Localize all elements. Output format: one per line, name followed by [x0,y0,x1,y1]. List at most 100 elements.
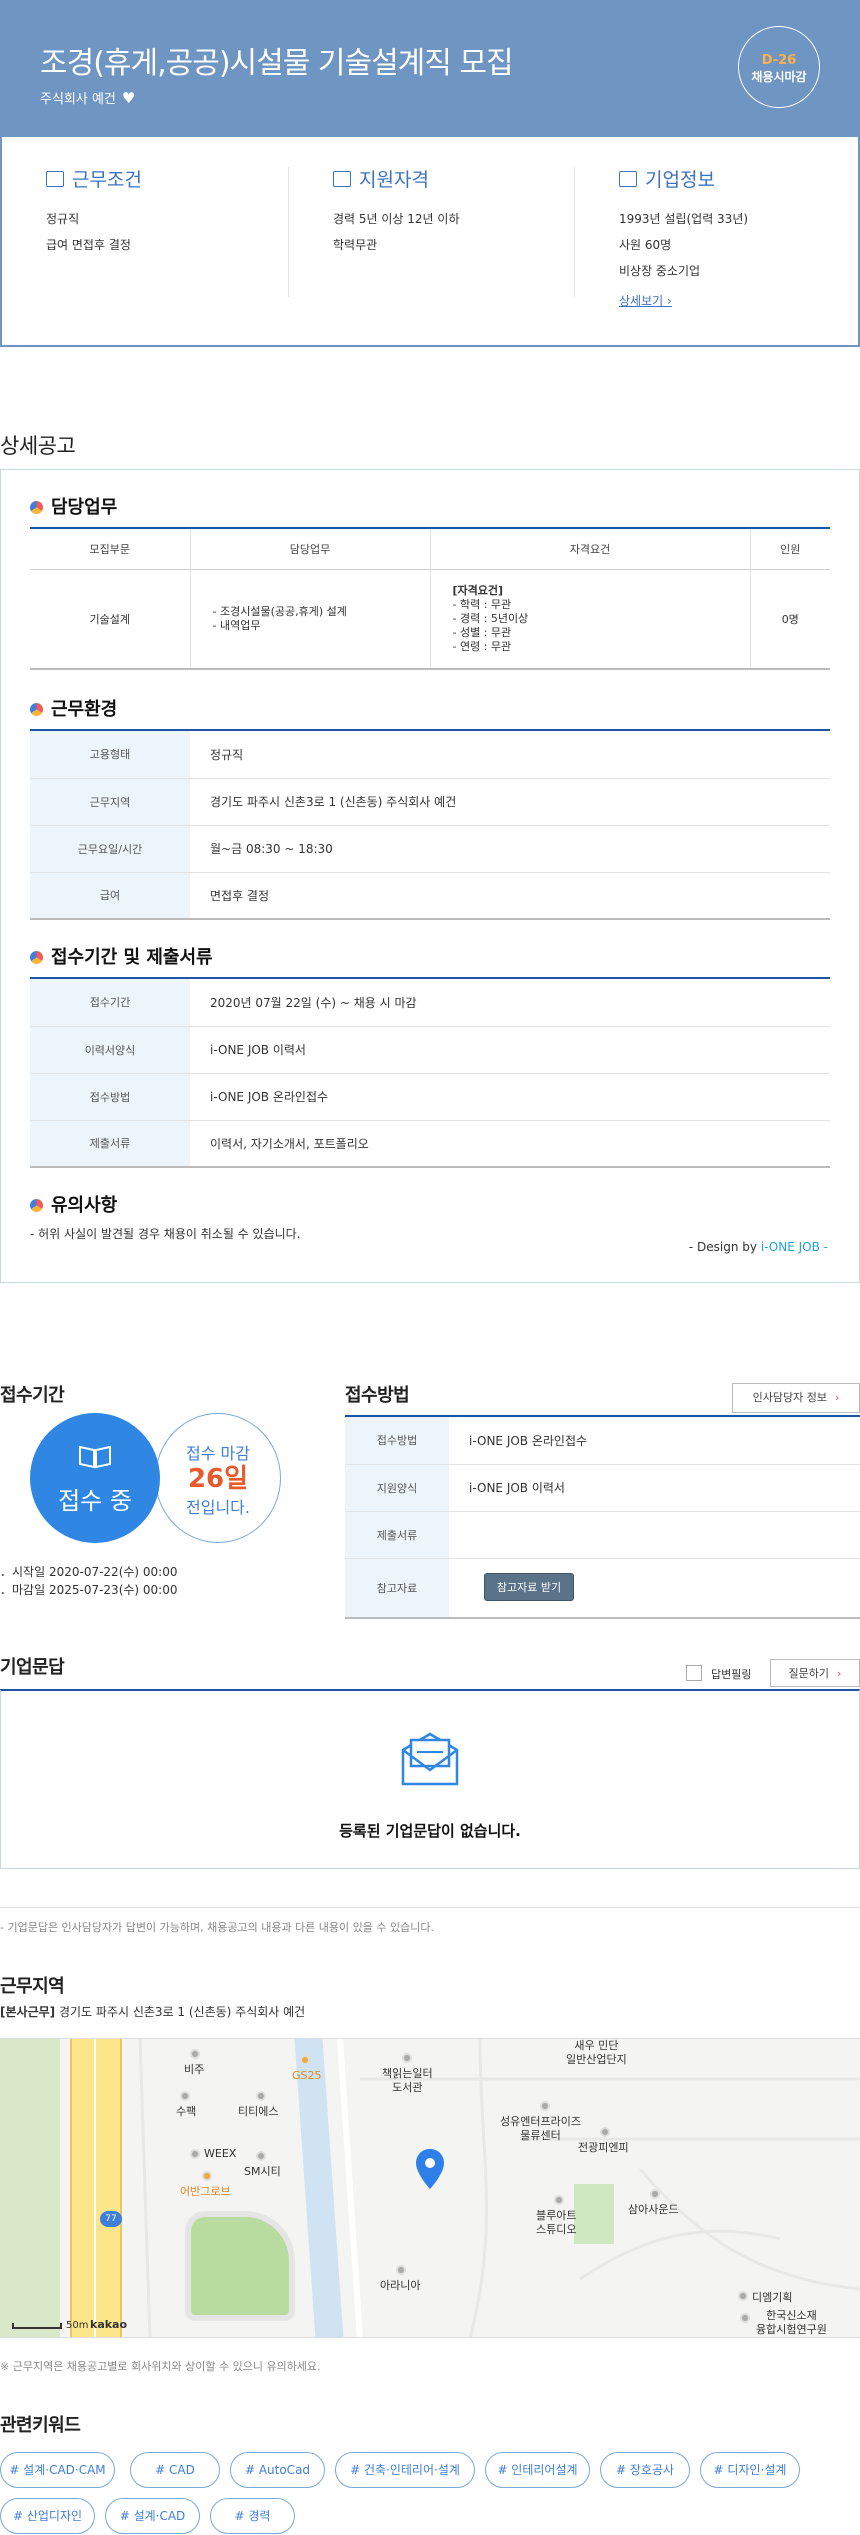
design-brand: i-ONE JOB - [760,1240,828,1254]
qualifications-title: 지원자격 [359,169,429,191]
receipt-title: 접수기간 [0,1385,65,1406]
env-key: 근무요일/시간 [30,825,190,873]
deadline-label: 접수 마감 [186,1444,250,1463]
section-dot-icon [30,501,43,514]
ask-question-label: 질문하기 [788,1667,830,1680]
notice-heading: 유의사항 [30,1191,117,1217]
keyword-tag[interactable]: # 디자인·설계 [700,2452,800,2488]
company-detail-link[interactable]: 상세보기 › [619,292,672,309]
map-poi-marker [540,2101,550,2111]
company-name[interactable]: 주식회사 예건 ♥ [40,88,135,107]
apply-heading-text: 접수기간 및 제출서류 [51,947,213,968]
company-line: 사원 60명 [619,238,672,252]
location-tag: [본사근무] [0,2005,56,2019]
keyword-tag[interactable]: # 인테리어설계 [485,2452,590,2488]
divider [288,167,289,297]
section-dot-icon [30,951,43,964]
env-heading-text: 근무환경 [51,699,118,720]
table-row: 고용형태 정규직 [30,731,830,779]
start-date: ．시작일 2020-07-22(수) 00:00 [0,1565,178,1579]
env-table: 고용형태 정규직 근무지역 경기도 파주시 신촌3로 1 (신촌동) 주식회사 예건… [30,731,830,920]
table-row: 접수기간 2020년 07월 22일 (수) ~ 채용 시 마감 [30,979,830,1027]
status-label: 접수 중 [58,1487,132,1515]
work-line: 정규직 [46,212,80,226]
keyword-tag[interactable]: # CAD [130,2452,220,2488]
table-row: 접수방법 i-ONE JOB 온라인접수 [345,1417,860,1465]
map-label: 어반그로브 [180,2185,231,2198]
method-value: i-ONE JOB 온라인접수 [449,1417,860,1465]
env-key: 고용형태 [30,731,190,779]
keyword-tag[interactable]: # 건축·인테리어·설계 [335,2452,475,2488]
map-poi-marker [738,2291,748,2301]
map-label: 디엠기획 [752,2291,793,2304]
map-label: 수팩 [176,2105,197,2118]
location-address: [본사근무] 경기도 파주시 신촌3로 1 (신촌동) 주식회사 예건 [0,2003,305,2020]
design-prefix: - Design by [688,1240,761,1254]
table-row: 기술설계 - 조경시설물(공공,휴게) 설계 - 내역업무 [자격요건] - 학… [30,569,830,670]
keyword-tag[interactable]: # 설계·CAD [105,2498,200,2534]
kakao-logo: kakao [90,2318,128,2331]
location-address-text: 경기도 파주시 신촌3로 1 (신촌동) 주식회사 예건 [58,2005,306,2019]
task-line: - 조경시설물(공공,휴게) 설계 [212,604,347,618]
task-line: - 내역업무 [212,618,261,632]
qual-line: 경력 5년 이상 12년 이하 [333,212,460,226]
location-map[interactable]: 비주 GS25 책읽는일터 도서관 새우 민단 일반산업단지 수팩 티티에스 성… [0,2038,860,2338]
qual-line: 학력무관 [333,238,378,252]
map-poi-marker [180,2091,190,2101]
apply-key: 이력서양식 [30,1026,190,1074]
company-line: 비상장 중소기업 [619,264,701,278]
col-header: 모집부문 [30,529,191,570]
map-poi-marker [600,2127,610,2137]
ask-question-button[interactable]: 질문하기 › [770,1659,860,1687]
env-value: 면접후 결정 [190,872,830,920]
answered-checkbox[interactable] [686,1665,702,1681]
chevron-right-icon: › [834,1391,840,1404]
apply-key: 제출서류 [30,1120,190,1168]
qna-title: 기업문답 [0,1657,65,1678]
company-info-title: 기업정보 [645,169,715,191]
map-label: 한국신소재 융합시험연구원 [756,2309,827,2336]
end-date-text: 마감일 2025-07-23(수) 00:00 [12,1583,178,1597]
map-label: 아라니아 [380,2279,421,2292]
dday-count: D-26 [761,53,797,68]
table-row: 제출서류 이력서, 자기소개서, 포트폴리오 [30,1120,830,1168]
map-poi-marker [554,2195,564,2205]
map-label: 블루아트 스튜디오 [536,2209,577,2236]
table-row: 급여 면접후 결정 [30,872,830,920]
method-value [449,1511,860,1559]
download-ref-button[interactable]: 참고자료 받기 [484,1573,574,1601]
keyword-tag[interactable]: # 장호공사 [600,2452,690,2488]
apply-heading: 접수기간 및 제출서류 [30,943,213,969]
dday-label: 채용시마감 [751,70,807,84]
map-label: SM시티 [244,2165,281,2178]
env-key: 급여 [30,872,190,920]
map-label: 책읽는일터 도서관 [382,2067,433,2094]
keyword-tag[interactable]: # 설계·CAD·CAM [0,2452,115,2488]
map-poi-marker [256,2091,266,2101]
keyword-tag[interactable]: # 산업디자인 [0,2498,95,2534]
calendar-icon [333,171,351,187]
heart-icon[interactable]: ♥ [122,89,135,107]
map-poi-marker [740,2313,750,2323]
map-label: 새우 민단 일반산업단지 [566,2039,627,2066]
map-pin-icon[interactable] [414,2147,446,2191]
start-date-text: 시작일 2020-07-22(수) 00:00 [12,1565,178,1579]
method-key: 지원양식 [345,1464,449,1512]
apply-table: 접수기간 2020년 07월 22일 (수) ~ 채용 시 마감 이력서양식 i-O… [30,979,830,1168]
hr-info-label: 인사담당자 정보 [752,1391,827,1404]
req-line: - 연령 : 무관 [452,639,512,653]
hr-info-button[interactable]: 인사담당자 정보 › [732,1383,860,1413]
map-poi-marker [300,2055,310,2065]
keyword-tag[interactable]: # 경력 [210,2498,295,2534]
method-title: 접수방법 [345,1385,410,1406]
apply-key: 접수기간 [30,979,190,1027]
work-conditions-title: 근무조건 [72,169,142,191]
deadline-circle: 접수 마감 26일 전입니다. [155,1413,281,1543]
duty-tasks: - 조경시설물(공공,휴게) 설계 - 내역업무 [190,569,431,670]
building-icon [46,171,64,187]
map-poi-marker [202,2171,212,2181]
map-label: GS25 [292,2069,322,2082]
keyword-tag[interactable]: # AutoCad [230,2452,325,2488]
qna-empty-message: 등록된 기업문답이 없습니다. [339,1822,521,1840]
map-label: 티티에스 [238,2105,279,2118]
